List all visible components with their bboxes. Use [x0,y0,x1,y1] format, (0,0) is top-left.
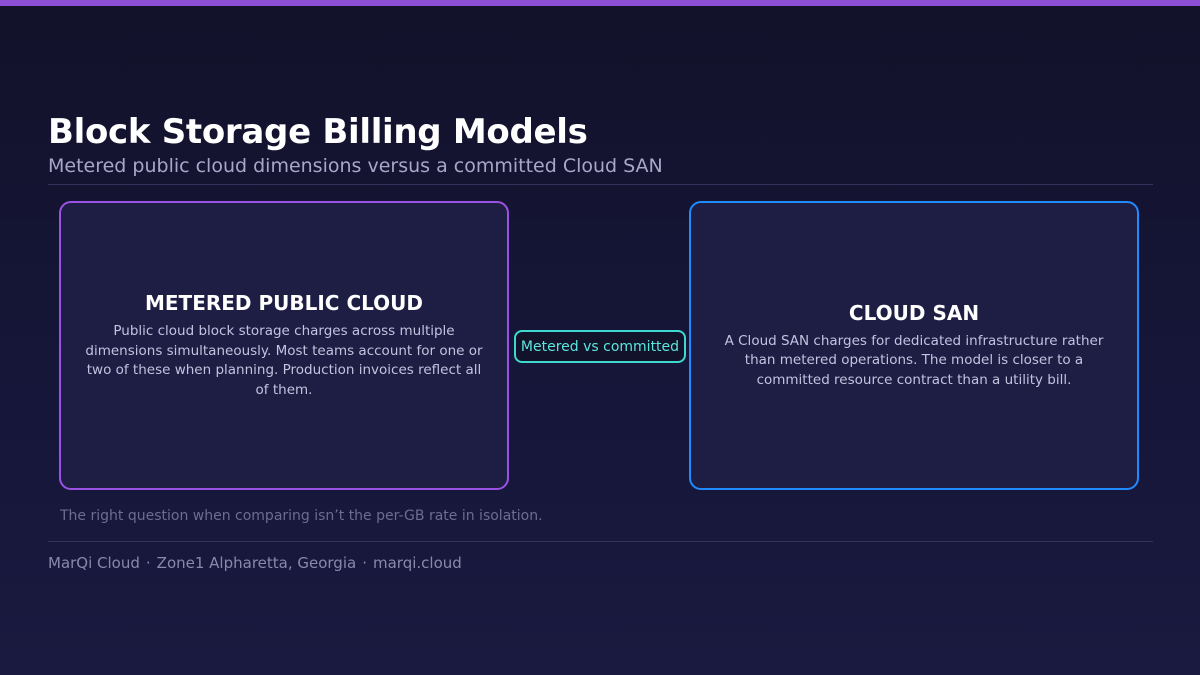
footer-website: marqi.cloud [372,554,462,572]
footer-separator: · [145,554,151,572]
cloud-san-card: CLOUD SAN A Cloud SAN charges for dedica… [689,201,1139,490]
metered-card-body: Public cloud block storage charges acros… [85,323,483,398]
metered-card-title: METERED PUBLIC CLOUD [144,291,424,315]
footer: MarQi Cloud · Zone1 Alpharetta, Georgia · ma… [48,554,462,572]
page-title: Block Storage Billing Models [48,112,588,152]
cloud-san-card-body: A Cloud SAN charges for dedicated infras… [724,332,1104,388]
footer-company: MarQi Cloud [48,554,140,572]
footer-divider [48,541,1153,542]
header-divider [48,184,1153,185]
comparison-badge: Metered vs committed [514,330,686,363]
footer-location: Zone1 Alpharetta, Georgia [156,554,357,572]
cloud-san-card-title: CLOUD SAN [848,300,980,325]
page-subtitle: Metered public cloud dimensions versus a… [48,155,663,177]
top-accent-bar [0,0,1200,6]
metered-public-cloud-card: METERED PUBLIC CLOUD Public cloud block … [59,201,509,490]
footer-separator: · [362,554,367,572]
footnote: The right question when comparing isn’t … [60,508,543,524]
